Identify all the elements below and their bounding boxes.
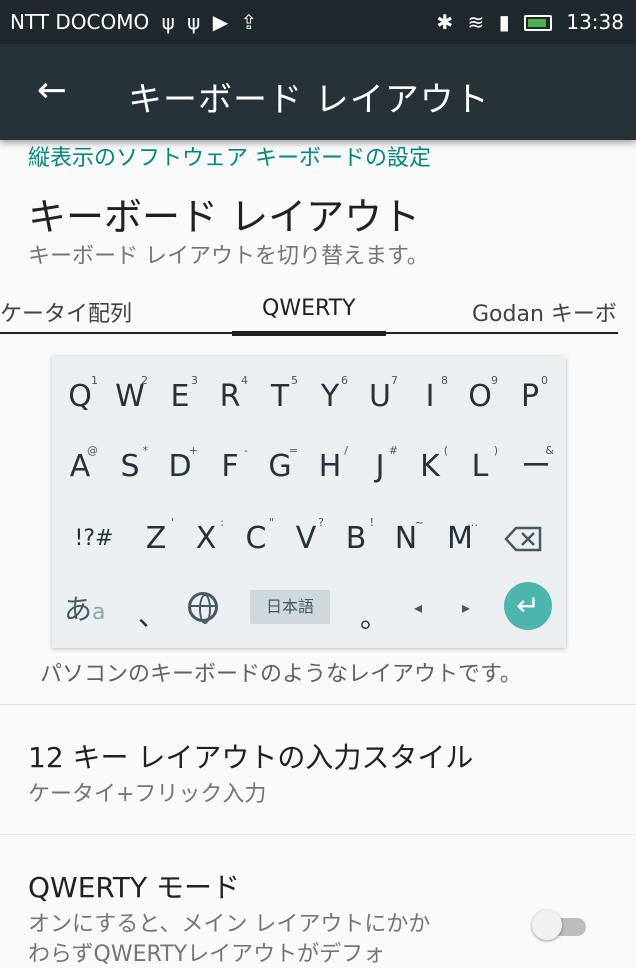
status-left: NTT DOCOMO ψ ψ ▶ ⇪ (10, 10, 263, 34)
key: G = (268, 444, 298, 484)
qwerty-mode-toggle[interactable] (532, 910, 588, 942)
key: M… (447, 516, 478, 556)
key: N ~ (394, 516, 424, 556)
cursor-left-icon: ◂ (414, 598, 423, 617)
qwerty-mode-title: QWERTY モード (28, 871, 240, 904)
status-bar: NTT DOCOMO ψ ψ ▶ ⇪ ✱ ≋ ▮ 13:38 (0, 0, 636, 44)
toggle-thumb (532, 910, 562, 940)
section-header: 縦表示のソフトウェア キーボードの設定 (28, 146, 431, 171)
layout-description: パソコンのキーボードのようなレイアウトです。 (40, 662, 522, 687)
back-arrow-icon[interactable]: ← (30, 66, 74, 116)
enter-icon: ↵ (504, 582, 552, 630)
page-title: キーボード レイアウト (128, 80, 490, 120)
key: F- (221, 444, 248, 484)
tab-godan[interactable]: Godan キーボ (472, 296, 617, 328)
globe-icon (188, 592, 218, 624)
key: U7 (369, 374, 398, 414)
key: H / (318, 444, 348, 484)
key: ー & (521, 444, 554, 484)
backspace-icon (504, 526, 542, 552)
key: L) (471, 444, 498, 484)
key: J # (375, 444, 398, 484)
key: Y6 (320, 374, 348, 414)
key: S * (120, 444, 148, 484)
key: I8 (425, 374, 448, 414)
key: W2 (115, 374, 148, 414)
key: C " (245, 516, 274, 556)
input-style-summary: ケータイ+フリック入力 (28, 782, 267, 807)
usb-icon: ψ (187, 10, 201, 34)
qwerty-mode-summary: オンにすると、メイン レイアウトにかか (28, 912, 431, 937)
key: D + (168, 444, 198, 484)
language-key: 日本語 (250, 590, 330, 624)
key: O9 (468, 374, 498, 414)
key: B! (345, 516, 374, 556)
key: X: (195, 516, 224, 556)
divider (0, 704, 636, 705)
signal-icon: ▮ (498, 10, 510, 34)
period-key: 。 (360, 601, 389, 634)
comma-key: 、 (138, 599, 167, 632)
status-right: ✱ ≋ ▮ 13:38 (428, 10, 624, 34)
key: K( (420, 444, 448, 484)
app-bar: ← キーボード レイアウト (0, 44, 636, 140)
kana-toggle-key: あa (64, 593, 106, 626)
key-symbols: !?# (74, 526, 114, 551)
upload-icon: ⇪ (240, 10, 258, 34)
play-store-icon: ▶ (212, 10, 229, 34)
usb-icon: ψ (161, 10, 175, 34)
layout-tabs: ケータイ配列 QWERTY Godan キーボ (0, 290, 636, 336)
key: P0 (520, 374, 548, 414)
tab-qwerty[interactable]: QWERTY (262, 296, 356, 321)
battery-icon (524, 15, 552, 31)
divider (0, 834, 636, 835)
cursor-right-icon: ▸ (462, 598, 471, 617)
qwerty-mode-summary-line2: わらずQWERTYレイアウトがデフォ (28, 942, 386, 967)
key: A @ (69, 444, 98, 484)
tab-keitai[interactable]: ケータイ配列 (0, 296, 132, 328)
tab-selected-indicator (232, 331, 386, 336)
carrier-label: NTT DOCOMO (10, 10, 150, 34)
key: E3 (170, 374, 198, 414)
key: Q1 (68, 374, 98, 414)
clock: 13:38 (566, 10, 624, 34)
key: R4 (219, 374, 248, 414)
keyboard-preview[interactable]: Q1 W2 E3 R4 T5 Y6 U7 I8 O9 P0 A @ S * D + F… (52, 356, 566, 648)
key: T5 (270, 374, 298, 414)
keyboard-layout-title: キーボード レイアウト (28, 195, 421, 239)
key: Z ' (145, 516, 174, 556)
key: V? (295, 516, 324, 556)
wifi-icon: ≋ (467, 10, 485, 34)
input-style-title: 12 キー レイアウトの入力スタイル (28, 741, 474, 774)
bluetooth-icon: ✱ (436, 10, 454, 34)
keyboard-layout-summary: キーボード レイアウトを切り替えます。 (28, 244, 429, 269)
